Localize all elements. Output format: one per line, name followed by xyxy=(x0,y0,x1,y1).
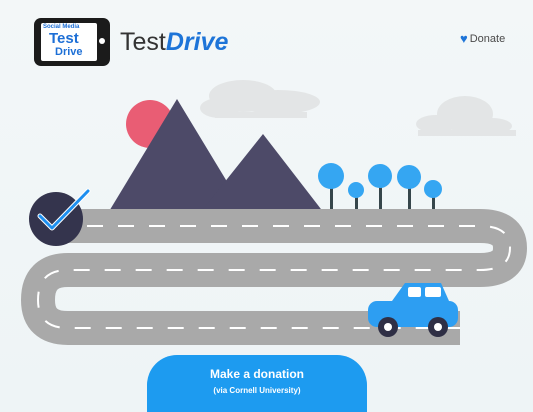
app-logo[interactable]: Social Media Test Drive xyxy=(34,18,110,66)
app-title: TestDrive xyxy=(120,28,228,56)
logo-test-text: Test xyxy=(49,30,79,47)
app-title-part-a: Test xyxy=(120,28,166,56)
donate-label: Donate xyxy=(469,33,506,45)
make-donation-button[interactable]: Make a donation (via Cornell University) xyxy=(147,355,367,412)
logo-screen: Social Media Test Drive xyxy=(41,23,97,61)
make-donation-sublabel: (via Cornell University) xyxy=(213,386,301,395)
cloud-right xyxy=(416,96,516,136)
app-frame: Social Media Test Drive TestDrive ♥ Donat… xyxy=(0,0,533,412)
make-donation-label: Make a donation xyxy=(209,367,304,381)
heart-icon: ♥ xyxy=(460,31,468,46)
cloud-left xyxy=(200,80,320,118)
tree-group xyxy=(318,163,442,213)
illustration-scene xyxy=(21,80,527,345)
app-title-part-b: Drive xyxy=(165,28,229,56)
donate-link[interactable]: ♥ Donate xyxy=(460,31,505,46)
logo-home-button-icon xyxy=(99,38,105,44)
logo-drive-text: Drive xyxy=(55,46,83,58)
header: Social Media Test Drive TestDrive ♥ Donat… xyxy=(0,0,533,80)
